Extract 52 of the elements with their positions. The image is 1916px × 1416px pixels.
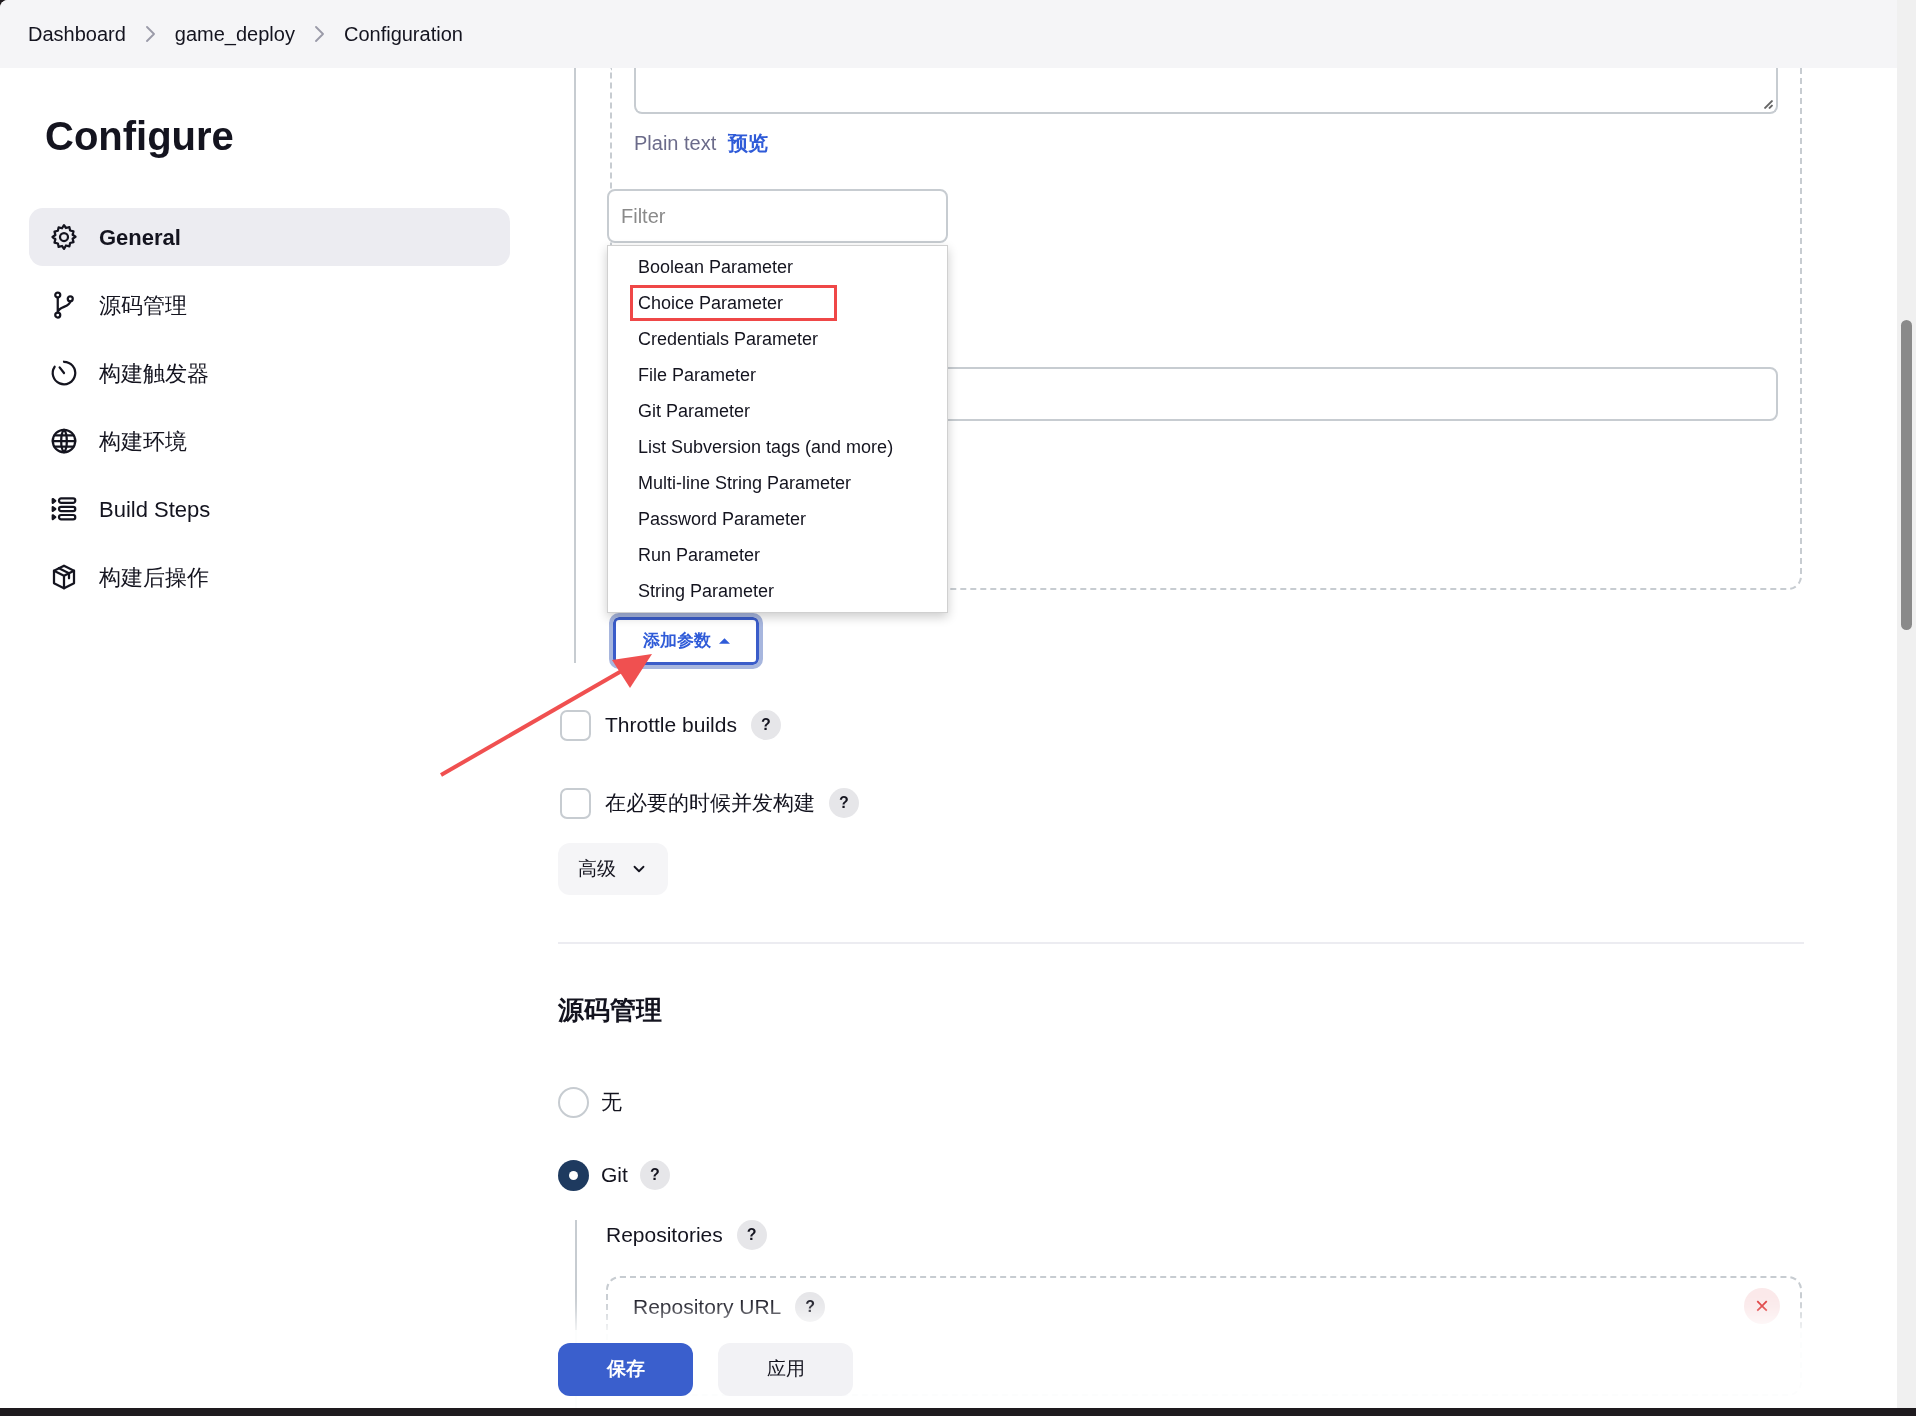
save-button[interactable]: 保存 [558, 1342, 693, 1396]
help-icon[interactable]: ? [750, 710, 781, 740]
radio-label: Git [601, 1162, 628, 1189]
help-icon[interactable]: ? [829, 788, 859, 818]
section-heading: 源码管理 [558, 994, 663, 1026]
sidebar-item[interactable]: Build Steps [29, 480, 510, 538]
help-icon[interactable]: ? [736, 1220, 767, 1250]
menu-item[interactable]: Git Parameter [630, 393, 759, 429]
chevron-right-icon [314, 26, 324, 42]
menu-item[interactable]: Choice Parameter [630, 285, 837, 321]
radio-button[interactable] [558, 1159, 589, 1191]
checkbox[interactable] [560, 709, 591, 741]
scrollbar-thumb[interactable] [1901, 320, 1912, 630]
help-icon[interactable]: ? [795, 1292, 826, 1322]
sidebar-item[interactable]: 构建后操作 [29, 548, 510, 606]
sidebar-item[interactable]: 源码管理 [29, 276, 510, 334]
menu-item[interactable]: List Subversion tags (and more) [630, 429, 902, 465]
checkbox[interactable] [560, 787, 591, 819]
gear-icon [49, 222, 79, 252]
menu-item[interactable]: Multi-line String Parameter [630, 465, 860, 501]
option-label: Throttle builds [605, 712, 737, 739]
radio-button[interactable] [558, 1086, 589, 1118]
globe-icon [49, 426, 79, 456]
menu-item[interactable]: Password Parameter [630, 501, 815, 537]
scrollbar[interactable] [1897, 0, 1916, 1408]
advanced-button[interactable]: 高级 [558, 843, 668, 895]
menu-item[interactable]: File Parameter [630, 357, 765, 393]
sidebar-item[interactable]: 构建环境 [29, 412, 510, 470]
radio-label: 无 [601, 1089, 622, 1116]
menu-item[interactable]: Boolean Parameter [630, 249, 802, 285]
menu-item[interactable]: Credentials Parameter [630, 321, 827, 357]
breadcrumb-link[interactable]: Dashboard [28, 19, 126, 49]
sidebar-item[interactable]: General [29, 208, 510, 266]
breadcrumb-link[interactable]: game_deploy [174, 19, 295, 49]
chevron-right-icon [145, 26, 155, 42]
description-textarea[interactable] [634, 68, 1778, 114]
menu-item[interactable]: Run Parameter [630, 537, 769, 573]
timer-icon [49, 358, 79, 388]
preview-link[interactable]: 预览 [728, 128, 769, 158]
page-title: Configure [45, 113, 235, 160]
option-label: 在必要的时候并发构建 [605, 790, 815, 817]
sidebar-item[interactable]: 构建触发器 [29, 344, 510, 402]
format-label: Plain text [634, 131, 717, 156]
caret-icon [718, 638, 730, 644]
apply-button[interactable]: 应用 [718, 1342, 853, 1396]
menu-item[interactable]: String Parameter [630, 573, 783, 609]
repository-url-label: Repository URL [633, 1294, 782, 1321]
filter-field[interactable]: Filter [607, 189, 948, 243]
help-icon[interactable]: ? [639, 1160, 670, 1190]
resize-handle-icon [1764, 100, 1773, 109]
repositories-label: Repositories [606, 1222, 723, 1249]
breadcrumb-link[interactable]: Configuration [343, 19, 463, 49]
